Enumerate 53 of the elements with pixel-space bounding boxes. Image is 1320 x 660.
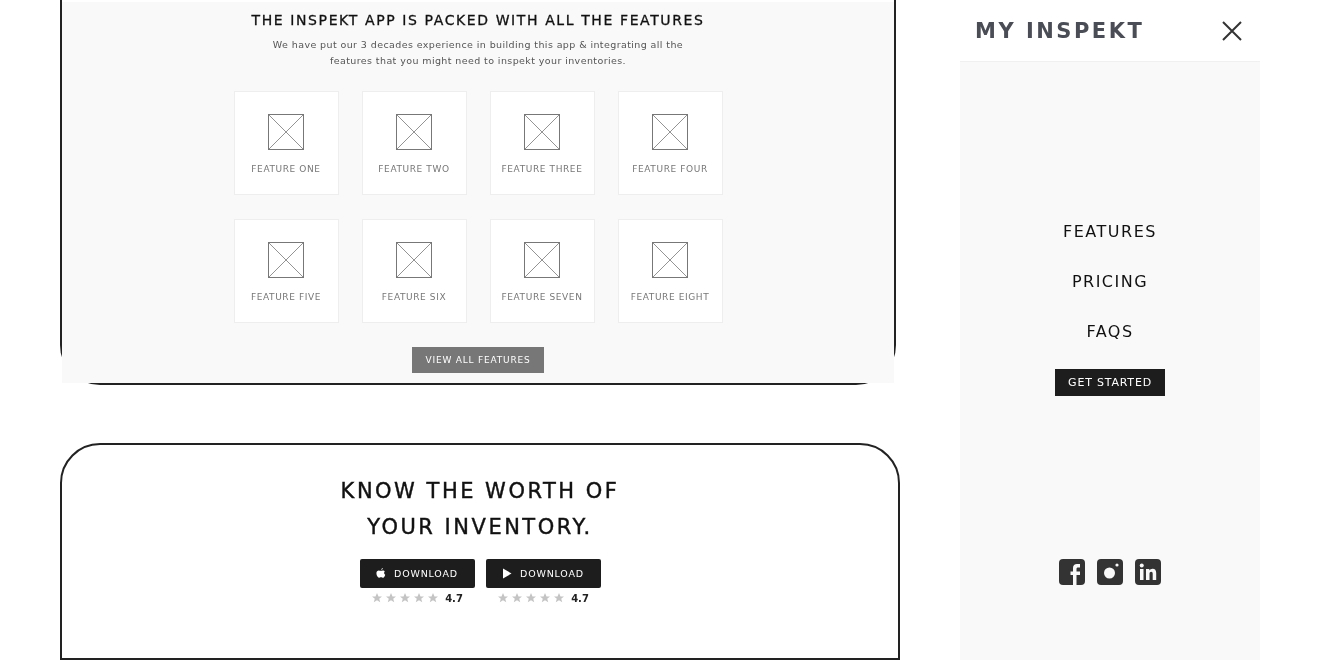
star-icon <box>539 592 552 604</box>
image-placeholder-icon <box>652 242 688 278</box>
facebook-icon[interactable] <box>1059 559 1085 585</box>
image-placeholder-icon <box>524 242 560 278</box>
instagram-icon[interactable] <box>1097 559 1123 585</box>
image-placeholder-icon <box>652 114 688 150</box>
feature-label: FEATURE THREE <box>501 164 583 174</box>
image-placeholder-icon <box>396 114 432 150</box>
image-placeholder-icon <box>268 114 304 150</box>
view-all-features-button[interactable]: VIEW ALL FEATURES <box>411 347 545 373</box>
feature-label: FEATURE ONE <box>251 164 321 174</box>
feature-label: FEATURE SIX <box>381 292 447 302</box>
image-placeholder-icon <box>268 242 304 278</box>
star-icon <box>525 592 538 604</box>
star-icon <box>413 592 426 604</box>
download-button[interactable]: DOWNLOAD <box>485 559 601 588</box>
menu-link[interactable]: PRICING <box>1071 272 1149 292</box>
feature-label: FEATURE EIGHT <box>630 292 710 302</box>
image-placeholder-icon <box>524 114 560 150</box>
linkedin-icon[interactable] <box>1135 559 1161 585</box>
feature-label: FEATURE SEVEN <box>501 292 583 302</box>
image-placeholder-icon <box>396 242 432 278</box>
feature-card[interactable]: FEATURE THREE <box>489 91 595 195</box>
close-icon[interactable] <box>1222 20 1242 41</box>
star-icon <box>553 592 566 604</box>
menu-title: MY INSPEKT <box>975 18 1145 43</box>
feature-card[interactable]: FEATURE SEVEN <box>489 219 595 323</box>
star-icon <box>511 592 524 604</box>
download-button[interactable]: DOWNLOAD <box>359 559 475 588</box>
feature-card[interactable]: FEATURE FOUR <box>617 91 723 195</box>
section-description: We have put our 3 decades experience in building this app & integrating all the features that you might need to inspekt your inventories. <box>271 38 685 68</box>
feature-label: FEATURE FIVE <box>250 292 322 302</box>
rating-value: 4.7 <box>445 592 463 604</box>
feature-label: FEATURE FOUR <box>632 164 708 174</box>
star-icon <box>371 592 384 604</box>
feature-card[interactable]: FEATURE FIVE <box>233 219 339 323</box>
section-title: THE INSPEKT APP IS PACKED WITH ALL THE FEATURES <box>251 12 705 28</box>
menu-link[interactable]: FAQS <box>1086 322 1134 342</box>
feature-card[interactable]: FEATURE EIGHT <box>617 219 723 323</box>
menu-link[interactable]: FEATURES <box>1063 222 1157 242</box>
star-icon <box>497 592 510 604</box>
get-started-button[interactable]: GET STARTED <box>1055 369 1165 396</box>
star-icon <box>385 592 398 604</box>
apple-icon <box>376 568 387 579</box>
feature-card[interactable]: FEATURE ONE <box>233 91 339 195</box>
feature-card[interactable]: FEATURE TWO <box>361 91 467 195</box>
star-icon <box>427 592 440 604</box>
star-icon <box>399 592 412 604</box>
play-icon <box>502 568 513 579</box>
rating-value: 4.7 <box>571 592 589 604</box>
feature-label: FEATURE TWO <box>378 164 450 174</box>
download-heading: KNOW THE WORTH OF YOUR INVENTORY. <box>340 478 620 541</box>
feature-card[interactable]: FEATURE SIX <box>361 219 467 323</box>
